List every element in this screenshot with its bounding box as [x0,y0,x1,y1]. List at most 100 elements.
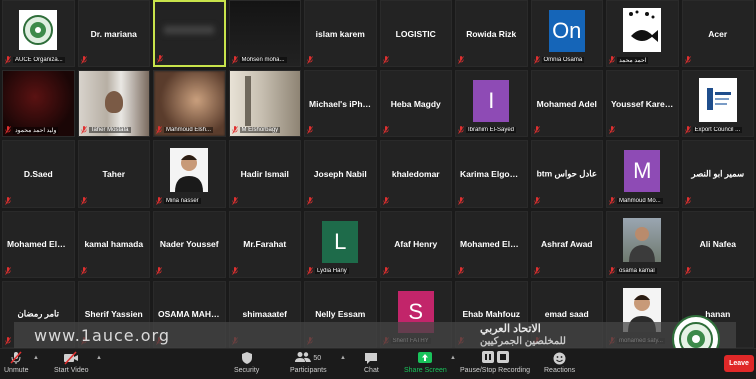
participant-tile[interactable]: Mohamed Adel [530,70,603,138]
mic-muted-icon [382,56,389,64]
banner-url: www.1auce.org [34,326,170,345]
participant-caption: M Elshorbagy [239,127,281,134]
participant-tile[interactable]: Rowida Rizk [455,0,528,68]
mic-muted-icon [684,196,691,205]
participant-tile[interactable]: Acer [681,0,754,68]
participant-caption: Omnia Osama [541,57,585,64]
participant-caption: Taher Mostafa [88,127,131,134]
pause-stop-recording-button[interactable]: Pause/Stop Recording [460,351,530,374]
audio-options-caret-icon[interactable]: ▲ [33,355,39,361]
participant-tile[interactable]: Mahmoud Elsh... [153,70,226,138]
participant-tile[interactable]: Taher Mostafa [77,70,150,138]
unmute-button[interactable]: Unmute [4,351,29,374]
participant-name: shimaaatef [242,309,287,320]
participant-name: Ashraf Awad [541,239,593,250]
participant-tile[interactable]: Mohamed Elsayed [2,210,75,278]
participant-name: Afaf Henry [394,239,438,250]
participant-tile[interactable]: Hadir Ismail [228,140,301,208]
participant-tile[interactable]: On Omnia Osama [530,0,603,68]
mic-muted-icon [231,196,238,205]
participant-tile[interactable]: سمير ابو النصر [681,140,754,208]
mic-muted-icon [5,126,11,135]
participant-name: LOGISTIC [395,28,436,39]
mic-muted-icon [533,266,540,275]
mic-muted-icon [156,196,162,205]
share-screen-button[interactable]: Share Screen [404,351,447,374]
participant-tile[interactable]: Karima Elgohary [455,140,528,208]
participant-tile[interactable]: Mina nasser [153,140,226,208]
video-options-caret-icon[interactable]: ▲ [96,355,102,361]
leave-button[interactable]: Leave [724,355,754,372]
participant-tile[interactable]: Export Council ... [681,70,754,138]
participant-tile[interactable]: osama kamal [606,210,679,278]
participant-tile[interactable]: وليد احمد محمود [2,70,75,138]
participant-tile[interactable] [153,0,226,68]
mic-muted-icon [307,56,313,64]
security-button[interactable]: Security [234,351,259,374]
participant-tile[interactable]: D.Saed [2,140,75,208]
participant-tile[interactable]: Michael's iPhone [304,70,377,138]
participant-tile[interactable]: I Ibrahim El-Sayed [455,70,528,138]
participants-count: 50 [313,354,322,362]
participant-tile[interactable]: M Elshorbagy [228,70,301,138]
participant-tile[interactable]: احمد محمد [606,0,679,68]
mic-muted-icon [533,126,540,135]
participant-name: btm عادل حواس [536,168,597,179]
mic-muted-icon [80,56,87,64]
mic-muted-icon [307,266,313,275]
participant-name: Mohamed Elsayed [7,239,74,250]
profile-picture [623,218,662,263]
participant-tile[interactable]: Mohsen moha... [228,0,301,68]
avatar: L [322,220,359,263]
avatar: I [473,80,510,123]
mic-muted-icon [458,266,464,275]
mic-muted-icon [5,196,11,205]
participant-tile[interactable]: Heba Magdy [379,70,452,138]
mic-muted-icon [156,126,162,135]
participant-name: Sherif Yassien [84,309,143,320]
share-options-caret-icon[interactable]: ▲ [450,355,456,361]
participant-tile[interactable]: khaledomar [379,140,452,208]
participant-tile[interactable]: Mr.Farahat [228,210,301,278]
watermark-banner: www.1auce.org الاتحاد العربي للمخلصين ال… [14,322,736,350]
participant-tile[interactable]: Youssef Kareem [606,70,679,138]
org-logo [19,10,58,51]
participant-caption: وليد احمد محمود [13,126,59,134]
participant-caption: Lydia Hany [315,267,349,274]
participant-tile[interactable]: AUCE Organiza... [2,0,75,68]
shield-icon [241,351,253,365]
profile-picture [170,148,209,193]
participants-options-caret-icon[interactable]: ▲ [340,355,346,361]
meeting-toolbar: Unmute ▲ Start Video ▲ Security 50 Parti… [0,348,756,379]
participant-caption: Ibrahim El-Sayed [466,127,517,134]
participant-name: OSAMA MAHM... [158,309,225,320]
participant-caption: AUCE Organiza... [13,57,65,64]
participant-tile[interactable]: L Lydia Hany [304,210,377,278]
participant-name: khaledomar [391,168,440,179]
participant-tile[interactable]: Ali Nafea [681,210,754,278]
participant-tile[interactable]: kamal hamada [77,210,150,278]
participant-tile[interactable]: btm عادل حواس [530,140,603,208]
participant-tile[interactable]: Ashraf Awad [530,210,603,278]
participant-tile[interactable]: LOGISTIC [379,0,452,68]
participant-tile[interactable]: Mohamed Elsay... [455,210,528,278]
mic-muted-icon [382,266,389,275]
participant-tile[interactable]: Afaf Henry [379,210,452,278]
participant-tile[interactable]: Dr. mariana [77,0,150,68]
participant-tile[interactable]: Nader Youssef [153,210,226,278]
reactions-button[interactable]: Reactions [544,351,575,374]
chat-button[interactable]: Chat [364,351,379,374]
mic-muted-icon [307,126,313,135]
mic-muted-icon [684,126,691,135]
start-video-button[interactable]: Start Video [54,351,89,374]
participant-tile[interactable]: Joseph Nabil [304,140,377,208]
share-screen-icon [417,351,433,365]
participant-tile[interactable]: Taher [77,140,150,208]
mic-muted-icon [231,126,238,135]
participant-tile[interactable]: M Mahmoud Mo... [606,140,679,208]
participants-button[interactable]: 50 Participants [290,351,327,374]
room-detail [245,76,251,127]
smiley-icon [553,351,566,365]
participant-tile[interactable]: islam karem [304,0,377,68]
mic-muted-icon [533,196,540,205]
